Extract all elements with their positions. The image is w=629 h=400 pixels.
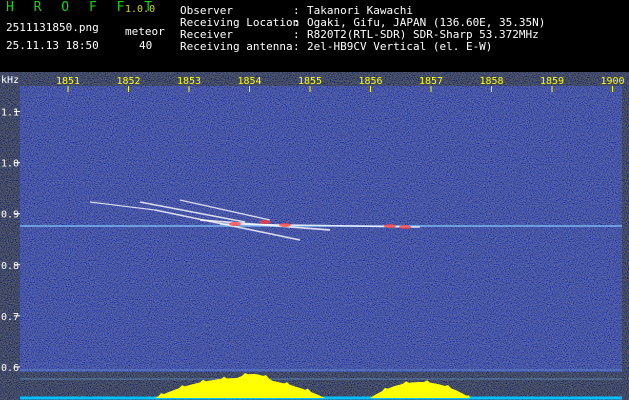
meteor-count: 40 xyxy=(139,39,153,52)
time-tick-label: 1900 xyxy=(600,76,624,87)
meteor-label: meteor xyxy=(125,25,165,38)
meteor-echo-head xyxy=(279,223,291,227)
freq-tick-label: 1.1 xyxy=(1,108,19,119)
time-tick-label: 1851 xyxy=(56,76,80,87)
y-axis-unit: kHz xyxy=(1,75,19,86)
antenna-key: Receiving antenna xyxy=(180,40,293,53)
meteor-echo-head xyxy=(384,224,396,228)
freq-tick-label: 0.8 xyxy=(1,261,19,272)
freq-tick-label: 1.0 xyxy=(1,159,19,170)
antenna-sep: : xyxy=(293,40,300,53)
spectrogram: kHz 1851 1852 1853 1854 1855 1856 1857 1858 1859… xyxy=(0,72,629,400)
meteor-echo-head xyxy=(229,222,241,226)
file-name: 2511131850.png xyxy=(6,21,99,34)
freq-tick-label: 0.6 xyxy=(1,363,19,374)
app-version: 1.0.0 xyxy=(125,4,156,15)
meteor-echo-head xyxy=(259,220,271,224)
time-tick-label: 1854 xyxy=(237,76,261,87)
time-tick-label: 1857 xyxy=(419,76,443,87)
time-tick-label: 1858 xyxy=(479,76,503,87)
time-tick-label: 1859 xyxy=(540,76,564,87)
capture-datetime: 25.11.13 18:50 xyxy=(6,39,99,52)
info-header: H R O F F T 1.0.0 2511131850.png 25.11.1… xyxy=(0,0,629,72)
freq-tick-label: 0.7 xyxy=(1,312,19,323)
freq-tick-label: 0.9 xyxy=(1,210,19,221)
time-tick-label: 1852 xyxy=(116,76,140,87)
time-tick-label: 1856 xyxy=(358,76,382,87)
time-tick-label: 1855 xyxy=(298,76,322,87)
time-tick-label: 1853 xyxy=(177,76,201,87)
antenna-value: 2el-HB9CV Vertical (el. E-W) xyxy=(307,40,493,53)
meteor-echo-head xyxy=(399,225,411,229)
